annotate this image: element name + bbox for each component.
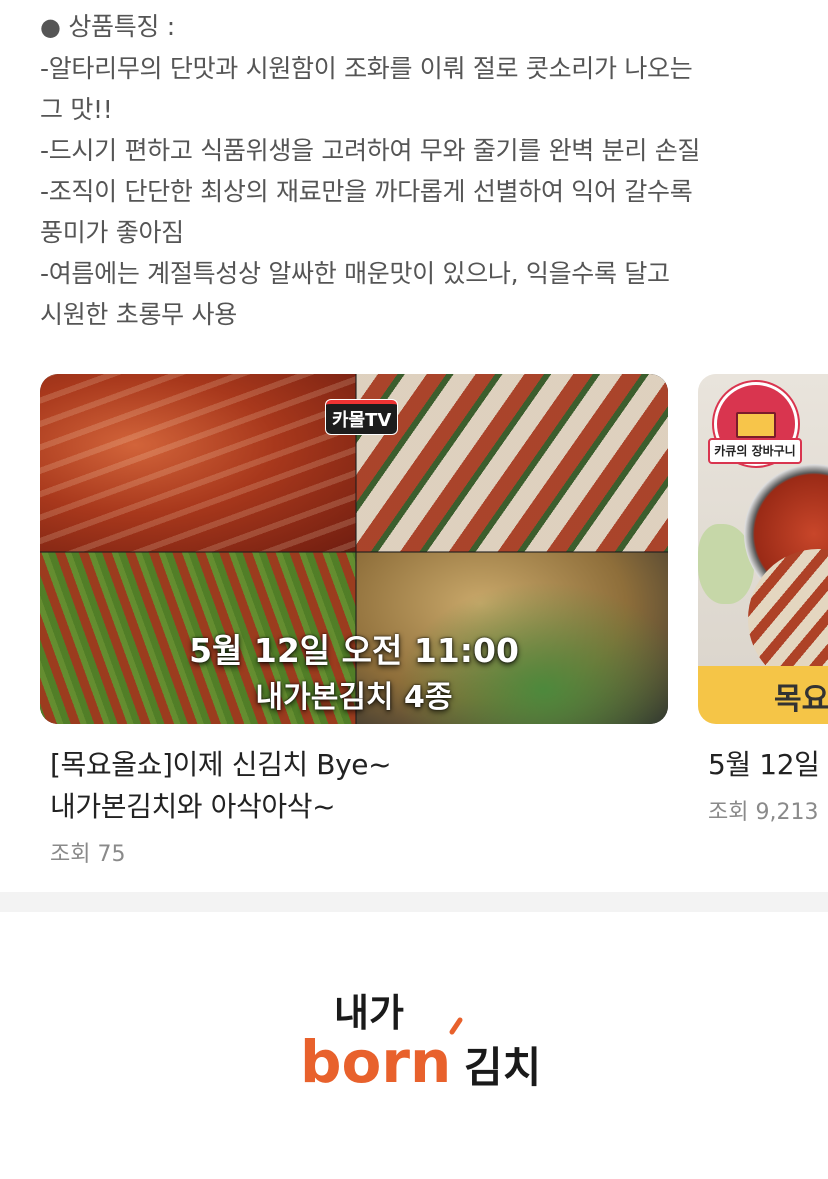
video-title[interactable]: 5월 12일 (708, 744, 828, 786)
thumbnail-banner-text: 목요 (774, 682, 828, 717)
storefront-icon (736, 412, 776, 438)
video-card[interactable]: 카몰TV 5월 12일 오전 11:00 내가본김치 4종 [목요올쇼]이제 신… (40, 374, 668, 868)
feature-line: 풍미가 좋아짐 (40, 218, 184, 247)
feature-line: -알타리무의 단맛과 시원함이 조화를 이뤄 절로 콧소리가 나오는 (40, 54, 693, 83)
video-thumbnail[interactable]: 카큐의 장바구니 목요 (698, 374, 828, 724)
channel-logo: 카몰TV (326, 400, 398, 434)
product-features: ● 상품특징 : -알타리무의 단맛과 시원함이 조화를 이뤄 절로 콧소리가 … (40, 6, 800, 335)
badge-label: 카큐의 장바구니 (708, 438, 802, 464)
logo-tail-text: 김치 (464, 1043, 541, 1092)
video-thumbnail[interactable]: 카몰TV 5월 12일 오전 11:00 내가본김치 4종 (40, 374, 668, 724)
view-count: 조회 75 (50, 842, 126, 867)
video-title-line: 내가본김치와 아삭아삭~ (50, 790, 336, 823)
feature-line: 시원한 초롱무 사용 (40, 300, 237, 329)
features-title-row: ● 상품특징 : (40, 6, 800, 48)
video-title[interactable]: [목요올쇼]이제 신김치 Bye~ 내가본김치와 아삭아삭~ (50, 744, 668, 828)
view-count: 조회 9,213 (708, 800, 819, 825)
logo-born-text: born (300, 1028, 451, 1096)
brand-logo-graphic: 내가 born 김치 (300, 991, 541, 1096)
feature-line: -여름에는 계절특성상 알싸한 매운맛이 있으나, 익을수록 달고 (40, 259, 670, 288)
thumbnail-subtitle: 내가본김치 4종 (255, 680, 453, 715)
feature-line: -조직이 단단한 최상의 재료만을 까다롭게 선별하여 익어 갈수록 (40, 177, 693, 206)
video-title-line: [목요올쇼]이제 신김치 Bye~ (50, 748, 392, 781)
section-divider (0, 892, 828, 912)
features-title: 상품특징 : (68, 12, 175, 41)
video-carousel[interactable]: 카몰TV 5월 12일 오전 11:00 내가본김치 4종 [목요올쇼]이제 신… (0, 374, 828, 894)
feature-line: 그 맛!! (40, 95, 113, 124)
brand-logo: 내가 born 김치 (300, 990, 560, 1110)
thumbnail-date: 5월 12일 오전 11:00 (189, 631, 519, 670)
radish-kimchi-photo (356, 374, 668, 552)
video-card[interactable]: 카큐의 장바구니 목요 5월 12일 조회 9,213 (698, 374, 828, 826)
bullet-dot-icon: ● (40, 13, 61, 41)
logo-accent-mark (449, 1017, 463, 1035)
divider (40, 551, 668, 553)
kimchi-photo (40, 374, 356, 552)
feature-line: -드시기 편하고 식품위생을 고려하여 무와 줄기를 완벽 분리 손질 (40, 136, 701, 165)
